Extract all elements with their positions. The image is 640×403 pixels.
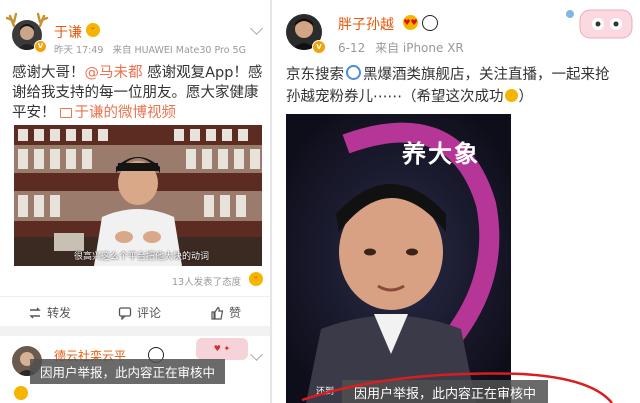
body-line: 孙越宠粉券儿⋯⋯（希望这次成功 (286, 89, 504, 105)
like-button[interactable]: 赞 (210, 304, 241, 321)
right-weibo-panel: V 胖子孙越 ♥♥ 6-12 来自 iPhone XR 京东搜索 黑爆酒类旗舰店，… (272, 0, 640, 403)
body-line: 谢给我支持的每一位朋友。愿大家健康 (12, 85, 259, 101)
body-line: 感谢观复App！感 (142, 65, 263, 81)
dropdown-chevron-icon[interactable] (250, 348, 263, 361)
mention-link[interactable]: @马未都 (85, 65, 143, 81)
video-frame-image (14, 125, 262, 266)
body-line: 平安！ (12, 105, 56, 121)
repost-button[interactable]: 转发 (28, 304, 71, 321)
review-notice: 因用户举报，此内容正在审核中 (30, 359, 226, 384)
heart-eyes-emoji-icon: ♥♥ (403, 15, 418, 30)
cartoon-sticker-decoration (566, 9, 633, 39)
post-author[interactable]: 胖子孙越 (338, 14, 394, 34)
post-time: 6-12 (338, 41, 366, 55)
post-author[interactable]: 于谦 (54, 22, 82, 42)
left-weibo-panel: V 于谦 ᵕ 昨天 17:49 来自 HUAWEI Mate30 Pro 5G … (0, 0, 272, 403)
dropdown-chevron-icon[interactable] (250, 22, 263, 35)
panda-emoji-icon (422, 15, 438, 31)
video-thumbnail[interactable]: 很高兴这么个平台把他大块的动词 (14, 125, 262, 266)
video-caption: 很高兴这么个平台把他大块的动词 (74, 252, 210, 262)
video-link[interactable]: 于谦的微博视频 (59, 105, 177, 121)
repost-icon (29, 307, 41, 318)
comment-button[interactable]: 评论 (118, 304, 161, 321)
laugh-emoji-icon: ᵕ (249, 272, 263, 286)
repost-label: 转发 (47, 306, 72, 320)
red-highlight-ring (301, 372, 613, 403)
body-line: ） (518, 89, 534, 105)
post-gap (0, 326, 272, 336)
holiday-sticker-decoration: ♥ ✦ (196, 338, 248, 360)
body-line: 京东搜索 (286, 67, 344, 83)
attitude-count[interactable]: 13人发表了态度 (172, 274, 241, 288)
post-body: 感谢大哥！@马未都 感谢观复App！感 谢给我支持的每一位朋友。愿大家健康 平安… (12, 63, 270, 123)
post-source: 来自 HUAWEI Mate30 Pro 5G (112, 45, 246, 56)
smile-emoji-icon (14, 386, 28, 400)
video-link-icon (59, 108, 72, 118)
like-label: 赞 (229, 306, 242, 320)
body-line: 黑爆酒类旗舰店，关注直播，一起来抢 (363, 67, 610, 83)
body-line: 感谢大哥！ (12, 65, 85, 81)
search-emoji-icon (346, 65, 361, 80)
post-source: 来自 iPhone XR (375, 41, 464, 55)
verified-badge-icon: V (34, 40, 47, 53)
wink-emoji-icon (504, 89, 518, 102)
verified-badge-icon: V (312, 40, 326, 54)
post-body: 京东搜索 黑爆酒类旗舰店，关注直播，一起来抢 孙越宠粉券儿⋯⋯（希望这次成功 ） (286, 64, 636, 108)
comment-label: 评论 (137, 306, 162, 320)
comment-icon (118, 306, 132, 320)
poster-title: 养大象 (402, 140, 480, 168)
post-time: 昨天 17:49 (54, 45, 104, 56)
video-link-label: 于谦的微博视频 (74, 105, 177, 121)
antler-decoration-icon (6, 12, 49, 28)
divider (0, 296, 272, 297)
laugh-emoji-icon: ᵕ (86, 23, 100, 37)
like-icon (211, 306, 224, 320)
